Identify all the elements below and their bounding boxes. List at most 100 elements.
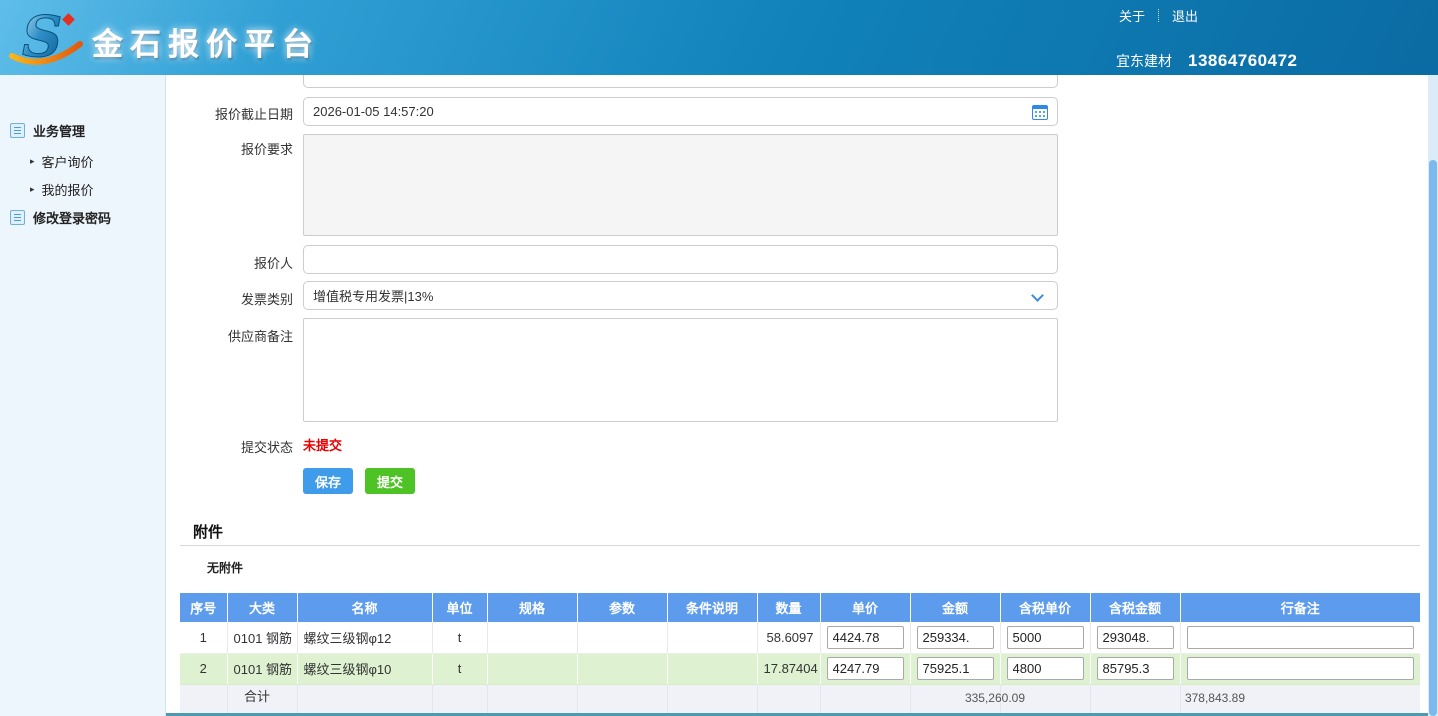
user-phone: 13864760472 [1188, 51, 1298, 71]
attachments-divider [180, 545, 1420, 546]
quoter-label: 报价人 [166, 253, 293, 272]
column-header-param: 参数 [577, 593, 667, 622]
items-table-wrap: 序号 大类 名称 单位 规格 参数 条件说明 数量 单价 金额 含税单价 含税金… [180, 593, 1420, 713]
column-header-unit: 单位 [432, 593, 487, 622]
column-header-qty: 数量 [757, 593, 820, 622]
tax-amount-input[interactable] [1097, 657, 1174, 680]
cell-spec [487, 622, 577, 653]
submit-status-value: 未提交 [303, 435, 342, 454]
column-header-category: 大类 [227, 593, 297, 622]
row-note-input[interactable] [1187, 626, 1415, 649]
sidebar-item-my-quotation[interactable]: ▸ 我的报价 [30, 180, 94, 199]
cell-category: 0101 钢筋 [227, 622, 297, 653]
tax-price-input[interactable] [1007, 626, 1084, 649]
deadline-input[interactable]: 2026-01-05 14:57:20 [303, 97, 1058, 126]
attachments-empty-text: 无附件 [207, 559, 243, 576]
sidebar-item-business-management[interactable]: 业务管理 [10, 121, 85, 140]
app-header: S 金石报价平台 关于 退出 宜东建材 13864760472 [0, 0, 1438, 75]
footer-total-label: 合计 [244, 686, 270, 705]
cell-condition [667, 653, 757, 684]
vertical-scrollbar[interactable] [1428, 75, 1438, 716]
submit-status-label: 提交状态 [166, 437, 293, 456]
cell-tax-price [1000, 622, 1090, 653]
column-header-tax-amount: 含税金额 [1090, 593, 1180, 622]
table-row-2: 2 0101 钢筋 螺纹三级钢φ10 t 17.87404 [180, 653, 1420, 684]
quoter-input[interactable] [303, 245, 1058, 274]
cell-spec [487, 653, 577, 684]
sidebar-item-label: 修改登录密码 [33, 208, 111, 227]
links-divider [1158, 9, 1159, 22]
row-note-input[interactable] [1187, 657, 1415, 680]
cell-tax-amount [1090, 653, 1180, 684]
cell-param [577, 622, 667, 653]
scrollbar-thumb[interactable] [1429, 160, 1437, 716]
sidebar-item-label: 业务管理 [33, 121, 85, 140]
cell-qty: 17.87404 [757, 653, 820, 684]
submit-button[interactable]: 提交 [365, 468, 415, 494]
price-input[interactable] [827, 657, 904, 680]
column-header-tax-price: 含税单价 [1000, 593, 1090, 622]
company-name: 宜东建材 [1116, 51, 1172, 71]
app-logo-icon: S [6, 4, 86, 70]
cell-tax-price [1000, 653, 1090, 684]
amount-input[interactable] [917, 626, 994, 649]
invoice-type-select[interactable]: 增值税专用发票|13% [303, 281, 1058, 310]
cell-amount [910, 653, 1000, 684]
header-links: 关于 退出 [1116, 4, 1201, 27]
requirements-label: 报价要求 [166, 139, 293, 158]
sidebar: 业务管理 ▸ 客户询价 ▸ 我的报价 修改登录密码 [0, 75, 166, 716]
svg-text:S: S [22, 4, 62, 70]
sidebar-item-customer-inquiry[interactable]: ▸ 客户询价 [30, 152, 94, 171]
calendar-icon[interactable] [1032, 105, 1048, 120]
cell-amount [910, 622, 1000, 653]
footer-amount-total: 335,260.09 [965, 691, 1025, 705]
supplier-note-label: 供应商备注 [166, 326, 293, 345]
cell-no: 1 [180, 622, 227, 653]
price-input[interactable] [827, 626, 904, 649]
cell-unit: t [432, 653, 487, 684]
column-header-name: 名称 [297, 593, 432, 622]
cell-row-note [1180, 653, 1420, 684]
sidebar-item-label: 客户询价 [42, 152, 94, 171]
page: S 金石报价平台 关于 退出 宜东建材 13864760472 业务管理 ▸ 客… [0, 0, 1438, 716]
amount-input[interactable] [917, 657, 994, 680]
cell-param [577, 653, 667, 684]
cell-qty: 58.6097 [757, 622, 820, 653]
cell-tax-amount [1090, 622, 1180, 653]
attachments-title: 附件 [193, 521, 223, 542]
invoice-type-value: 增值税专用发票|13% [313, 286, 433, 305]
tax-amount-input[interactable] [1097, 626, 1174, 649]
cell-condition [667, 622, 757, 653]
chevron-down-icon [1031, 289, 1044, 302]
truncated-top-field[interactable] [303, 75, 1058, 88]
logout-link[interactable]: 退出 [1169, 4, 1201, 27]
sidebar-item-label: 我的报价 [42, 180, 94, 199]
cell-price [820, 653, 910, 684]
footer-tax-amount-total: 378,843.89 [1185, 691, 1245, 705]
deadline-label: 报价截止日期 [166, 104, 293, 123]
deadline-value: 2026-01-05 14:57:20 [313, 104, 434, 119]
app-title: 金石报价平台 [92, 19, 320, 64]
main-content: 报价截止日期 2026-01-05 14:57:20 报价要求 报价人 发票类别… [166, 75, 1438, 716]
header-user-info: 宜东建材 13864760472 [1116, 51, 1298, 71]
cell-name: 螺纹三级钢φ12 [297, 622, 432, 653]
column-header-row-note: 行备注 [1180, 593, 1420, 622]
tax-price-input[interactable] [1007, 657, 1084, 680]
cell-no: 2 [180, 653, 227, 684]
cell-price [820, 622, 910, 653]
about-link[interactable]: 关于 [1116, 4, 1148, 27]
cell-row-note [1180, 622, 1420, 653]
cell-name: 螺纹三级钢φ10 [297, 653, 432, 684]
column-header-no: 序号 [180, 593, 227, 622]
column-header-amount: 金额 [910, 593, 1000, 622]
sidebar-item-change-password[interactable]: 修改登录密码 [10, 208, 111, 227]
column-header-spec: 规格 [487, 593, 577, 622]
submenu-arrow-icon: ▸ [30, 184, 35, 195]
table-header-row: 序号 大类 名称 单位 规格 参数 条件说明 数量 单价 金额 含税单价 含税金… [180, 593, 1420, 622]
save-button[interactable]: 保存 [303, 468, 353, 494]
cell-unit: t [432, 622, 487, 653]
supplier-note-textarea[interactable] [303, 318, 1058, 422]
requirements-textarea[interactable] [303, 134, 1058, 236]
column-header-price: 单价 [820, 593, 910, 622]
table-row-1: 1 0101 钢筋 螺纹三级钢φ12 t 58.6097 [180, 622, 1420, 653]
